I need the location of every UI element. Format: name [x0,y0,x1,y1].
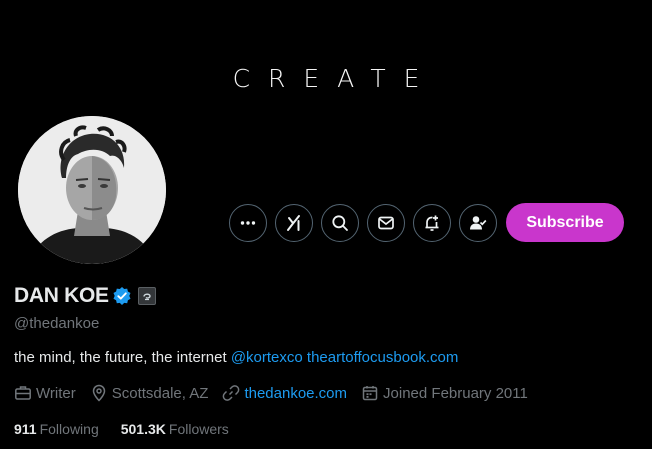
bio-text: the mind, the future, the internet [14,349,227,366]
followers-label: Followers [168,421,229,437]
message-button[interactable] [367,203,405,242]
followers-link[interactable]: 501.3K Followers [121,421,229,437]
occupation-label: Writer [36,384,76,402]
location-label: Scottsdale, AZ [111,384,209,402]
location-pin-icon [92,384,105,402]
following-label: Following [39,421,99,437]
join-date: Joined February 2011 [361,384,528,402]
profile-meta: Writer Scottsdale, AZ thedankoe.com Join… [14,384,542,402]
link-icon [223,385,240,401]
bio-website-link[interactable]: theartoffocusbook.com [307,349,458,366]
person-check-icon [469,214,487,232]
following-count: 911 [14,421,37,437]
following-link[interactable]: 911 Following [14,421,99,437]
location: Scottsdale, AZ [90,384,209,402]
search-icon [331,214,349,232]
bell-plus-icon [423,214,441,232]
profile-actions: Subscribe [229,203,624,242]
more-button[interactable] [229,203,267,242]
join-date-label: Joined February 2011 [383,384,528,402]
search-button[interactable] [321,203,359,242]
followers-count: 501.3K [120,421,166,437]
calendar-icon [362,386,378,401]
mail-icon [377,214,395,232]
subscribe-button[interactable]: Subscribe [506,203,624,242]
briefcase-icon [15,386,31,400]
display-name: DAN KOE [14,284,109,307]
website[interactable]: thedankoe.com [222,384,347,402]
user-handle: @thedankoe [14,315,100,332]
bio: the mind, the future, the internet @kort… [14,349,458,366]
banner-title: CREATE [232,64,438,93]
verified-badge-icon[interactable] [112,286,132,306]
more-icon [239,214,257,232]
notify-button[interactable] [413,203,451,242]
avatar-image [18,116,166,264]
follow-stats: 911 Following 501.3K Followers [14,421,251,437]
website-link[interactable]: thedankoe.com [244,385,347,402]
avatar[interactable] [14,112,170,268]
affiliate-badge-icon[interactable] [137,287,156,305]
occupation: Writer [14,384,76,402]
grok-icon [285,214,303,232]
grok-button[interactable] [275,203,313,242]
bio-mention-link[interactable]: @kortexco [231,349,303,366]
following-button[interactable] [459,203,497,242]
name-row: DAN KOE [14,284,156,308]
